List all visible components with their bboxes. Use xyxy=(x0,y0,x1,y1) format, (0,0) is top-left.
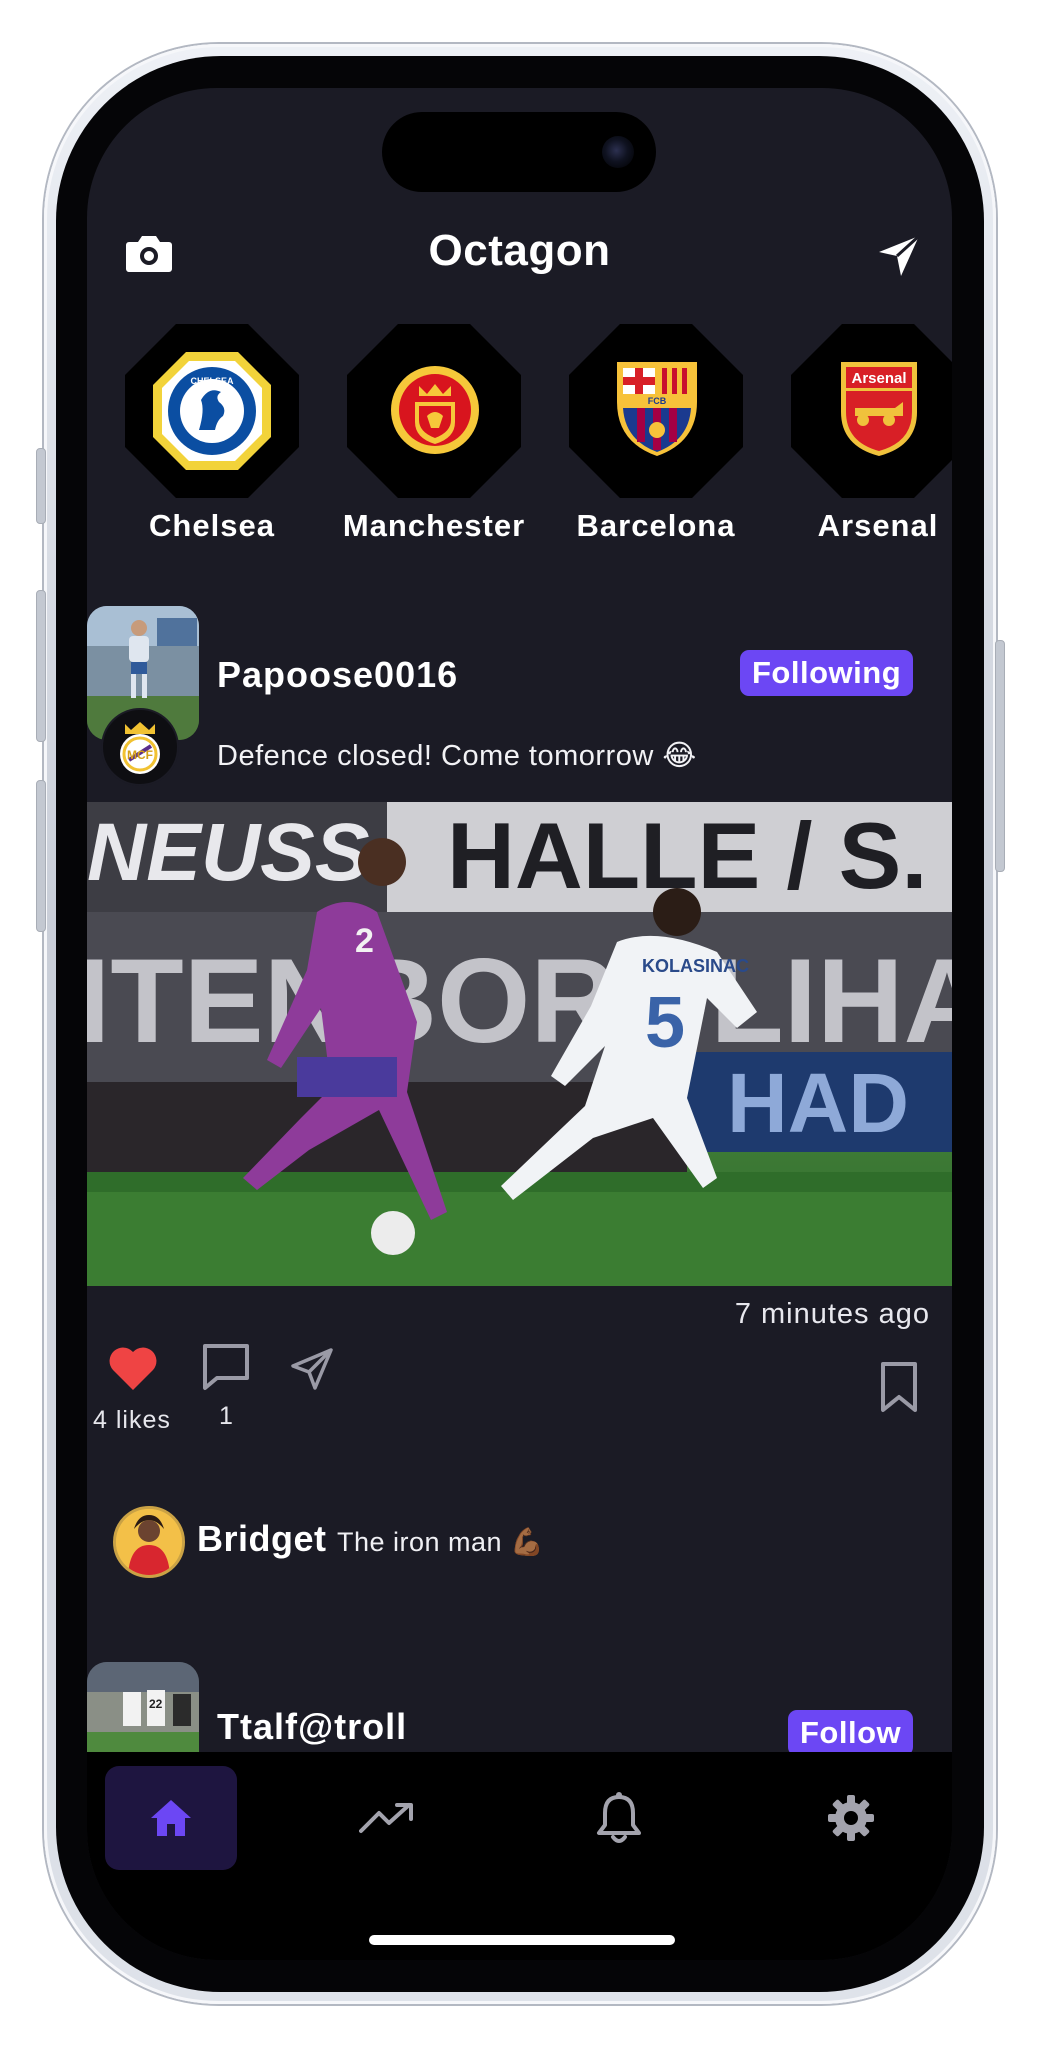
share-icon xyxy=(291,1348,333,1390)
comment-button[interactable] xyxy=(201,1342,251,1392)
bell-icon xyxy=(597,1792,641,1843)
banner-text-row2: ITENBOROLIHA xyxy=(87,934,952,1068)
comments-count: 1 xyxy=(219,1402,233,1430)
post-caption: Defence closed! Come tomorrow 😂 xyxy=(217,740,697,772)
banner-text-left: NEUSS xyxy=(87,807,370,898)
dynamic-island xyxy=(382,112,656,192)
tab-notifications[interactable] xyxy=(553,1766,685,1870)
home-indicator[interactable] xyxy=(369,1935,675,1945)
home-icon xyxy=(151,1800,191,1836)
commenter-photo xyxy=(116,1509,182,1575)
app-title: Octagon xyxy=(428,226,611,275)
comment-text: The iron man 💪🏾 xyxy=(337,1527,545,1557)
post-timestamp: 7 minutes ago xyxy=(734,1298,930,1330)
team-name: Barcelona xyxy=(576,508,736,543)
tab-bar xyxy=(87,1752,952,1960)
front-camera xyxy=(602,136,634,168)
real-madrid-badge-icon: MCF xyxy=(120,722,160,774)
team-name: Chelsea xyxy=(149,508,275,543)
commenter-avatar[interactable] xyxy=(113,1506,185,1578)
svg-text:FCB: FCB xyxy=(648,396,667,406)
heart-icon xyxy=(109,1347,157,1390)
share-button[interactable] xyxy=(289,1346,335,1392)
chelsea-badge-icon: CHELSEA xyxy=(153,352,271,470)
direct-messages-button[interactable] xyxy=(877,234,921,278)
arsenal-badge-icon: Arsenal xyxy=(841,362,917,456)
like-button[interactable] xyxy=(107,1344,159,1392)
team-name: Manchester xyxy=(342,508,526,543)
match-photo: NEUSS HALLE / S. ITENBOROLIHA HAD 2 KOLA… xyxy=(87,802,952,1286)
post-username[interactable]: Papoose0016 xyxy=(217,654,458,696)
bookmark-icon xyxy=(881,1362,917,1412)
tab-trending[interactable] xyxy=(321,1766,453,1870)
player1-number: 2 xyxy=(355,922,374,960)
following-button[interactable]: Following xyxy=(740,650,914,696)
svg-text:CHELSEA: CHELSEA xyxy=(190,376,234,386)
bookmark-button[interactable] xyxy=(879,1360,919,1414)
teams-row: CHELSEA Chelsea Manchester FCB Barcelona… xyxy=(87,324,952,543)
svg-text:Arsenal: Arsenal xyxy=(851,370,906,387)
power-button xyxy=(995,640,1005,872)
send-icon xyxy=(879,234,921,276)
banner-text-row3: HAD xyxy=(727,1056,909,1150)
likes-count[interactable]: 4 likes xyxy=(93,1406,171,1435)
team-photo: 22 xyxy=(87,1662,199,1752)
volume-up-button xyxy=(36,590,46,742)
comment-icon xyxy=(203,1344,249,1390)
comment-username[interactable]: Bridget xyxy=(197,1518,327,1560)
action-button xyxy=(36,448,46,524)
player2-number: 5 xyxy=(645,983,685,1063)
tab-settings[interactable] xyxy=(785,1766,917,1870)
avatar-jersey-number: 22 xyxy=(149,1697,163,1711)
app-screen: Octagon CHELSEA Chelsea Manchester FCB B… xyxy=(87,88,952,1960)
player2-name: KOLASINAC xyxy=(642,956,749,976)
follow-button[interactable]: Follow xyxy=(788,1710,914,1756)
manchester-united-badge-icon xyxy=(391,366,479,454)
post2-username[interactable]: Ttalf@troll xyxy=(217,1706,407,1748)
gear-icon xyxy=(828,1795,874,1841)
svg-text:MCF: MCF xyxy=(127,748,153,762)
post2-author-avatar[interactable]: 22 xyxy=(87,1662,199,1752)
tab-home[interactable] xyxy=(105,1766,237,1870)
volume-down-button xyxy=(36,780,46,932)
trending-icon xyxy=(359,1803,413,1833)
post-image[interactable]: NEUSS HALLE / S. ITENBOROLIHA HAD 2 KOLA… xyxy=(87,802,952,1286)
real-madrid-badge: MCF xyxy=(101,708,179,786)
team-name: Arsenal xyxy=(817,508,939,543)
barcelona-badge-icon: FCB xyxy=(617,362,697,456)
